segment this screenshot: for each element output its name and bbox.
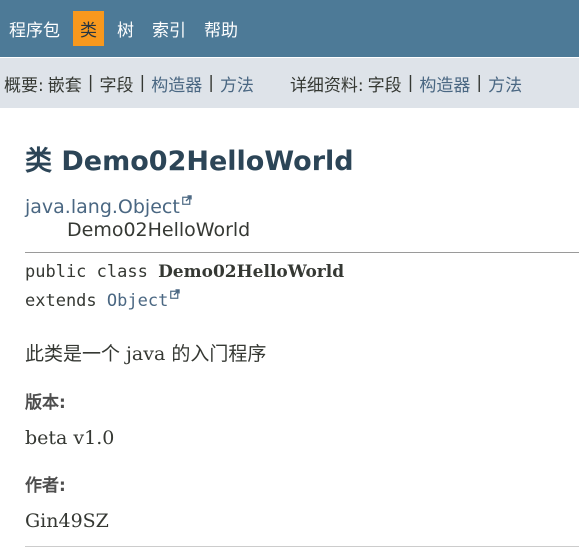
summary-field: 字段 — [99, 75, 134, 96]
bottom-divider — [25, 546, 579, 547]
parent-class-link[interactable]: java.lang.Object — [25, 196, 180, 218]
top-navbar: 程序包 类 树 索引 帮助 — [0, 0, 579, 57]
nav-class[interactable]: 类 — [73, 11, 104, 46]
separator: | — [476, 73, 483, 93]
separator: | — [208, 73, 214, 93]
current-class-name: Demo02HelloWorld — [67, 219, 251, 241]
sub-navbar: 概要: 嵌套 | 字段 | 构造器 | 方法 详细资料: 字段 | 构造器 | … — [0, 58, 579, 108]
detail-group: 详细资料: 字段 | 构造器 | 方法 — [290, 71, 522, 96]
detail-constructor-link[interactable]: 构造器 — [419, 71, 470, 96]
object-link[interactable]: Object — [107, 291, 168, 311]
signature-prefix: public class — [25, 262, 159, 282]
separator: | — [407, 73, 414, 93]
separator: | — [87, 73, 94, 93]
main-content: 类 Demo02HelloWorld java.lang.Object Demo… — [0, 145, 579, 547]
signature-class-name: Demo02HelloWorld — [158, 262, 345, 282]
external-link-icon — [170, 289, 181, 299]
version-label: 版本: — [25, 393, 66, 413]
inheritance-tree: java.lang.Object Demo02HelloWorld — [25, 195, 579, 241]
page-title: 类 Demo02HelloWorld — [25, 146, 354, 177]
detail-field: 字段 — [367, 75, 402, 96]
version-value: beta v1.0 — [25, 427, 115, 449]
nav-tree[interactable]: 树 — [112, 11, 139, 46]
summary-nested: 嵌套 — [47, 75, 82, 96]
detail-label: 详细资料: — [289, 75, 364, 96]
author-label: 作者: — [25, 476, 66, 496]
detail-method-link[interactable]: 方法 — [488, 71, 522, 96]
summary-method-link[interactable]: 方法 — [220, 71, 254, 96]
external-link-icon — [181, 195, 192, 205]
class-signature: public class Demo02HelloWorld extends Ob… — [25, 258, 579, 316]
signature-extends: extends — [25, 291, 107, 311]
summary-label: 概要: — [4, 75, 44, 96]
divider — [25, 252, 579, 253]
summary-group: 概要: 嵌套 | 字段 | 构造器 | 方法 — [4, 71, 254, 96]
author-value: Gin49SZ — [25, 510, 109, 532]
summary-constructor-link[interactable]: 构造器 — [151, 71, 202, 96]
nav-help[interactable]: 帮助 — [199, 11, 243, 46]
separator: | — [139, 73, 146, 93]
class-description: 此类是一个 java 的入门程序 — [25, 343, 267, 365]
nav-index[interactable]: 索引 — [147, 11, 191, 46]
nav-package[interactable]: 程序包 — [4, 11, 65, 46]
